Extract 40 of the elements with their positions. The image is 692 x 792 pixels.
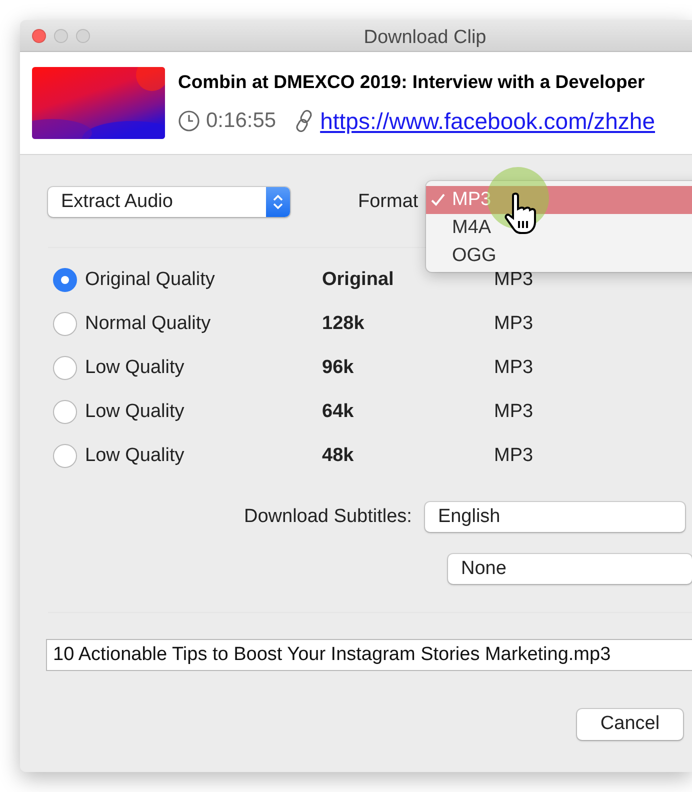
up-down-arrows-icon bbox=[272, 192, 284, 212]
filename-field[interactable]: 10 Actionable Tips to Boost Your Instagram Stories Marketing.mp3 bbox=[46, 639, 692, 671]
menu-item[interactable]: OGG bbox=[426, 242, 692, 270]
radio-button[interactable] bbox=[53, 400, 77, 424]
format-text: MP3 bbox=[494, 400, 534, 424]
bitrate-text: 48k bbox=[322, 444, 354, 468]
format-text: MP3 bbox=[494, 312, 534, 336]
close-button[interactable] bbox=[32, 28, 46, 42]
clip-title: Combin at DMEXCO 2019: Interview with a Developer bbox=[178, 70, 646, 94]
quality-label: Low Quality bbox=[85, 356, 184, 378]
bitrate-text: Original bbox=[322, 268, 394, 292]
radio-button[interactable] bbox=[53, 444, 77, 468]
clip-url-link[interactable]: https://www.facebook.com/zhzhe bbox=[320, 104, 656, 138]
subtitles-label: Download Subtitles: bbox=[244, 504, 412, 529]
radio-button[interactable] bbox=[53, 312, 77, 336]
checkmark-icon bbox=[430, 192, 446, 208]
clock-icon bbox=[178, 110, 200, 132]
menu-item[interactable]: M4A bbox=[426, 214, 692, 242]
format-label: Format bbox=[358, 190, 418, 214]
quality-label: Normal Quality bbox=[85, 312, 211, 334]
cancel-button[interactable]: Cancel bbox=[577, 709, 683, 740]
duration-text: 0:16:55 bbox=[206, 108, 276, 134]
format-text: MP3 bbox=[494, 356, 534, 380]
quality-label: Low Quality bbox=[85, 444, 184, 466]
quality-label: Low Quality bbox=[85, 400, 184, 422]
format-text: MP3 bbox=[494, 444, 534, 468]
radio-button[interactable] bbox=[53, 268, 77, 292]
bitrate-text: 96k bbox=[322, 356, 354, 380]
zoom-button[interactable] bbox=[76, 28, 90, 42]
quality-label: Original Quality bbox=[85, 268, 215, 290]
subtitle-language-select[interactable]: English bbox=[424, 502, 685, 532]
subtitle-select[interactable]: None bbox=[448, 554, 692, 584]
link-icon bbox=[294, 108, 314, 133]
radio-button[interactable] bbox=[53, 356, 77, 380]
bitrate-text: 64k bbox=[322, 400, 354, 424]
window-title: Download Clip bbox=[362, 26, 488, 50]
format-text: MP3 bbox=[494, 268, 534, 292]
bitrate-text: 128k bbox=[322, 312, 364, 336]
mode-select[interactable]: Extract Audio bbox=[48, 187, 290, 217]
minimize-button[interactable] bbox=[54, 28, 68, 42]
